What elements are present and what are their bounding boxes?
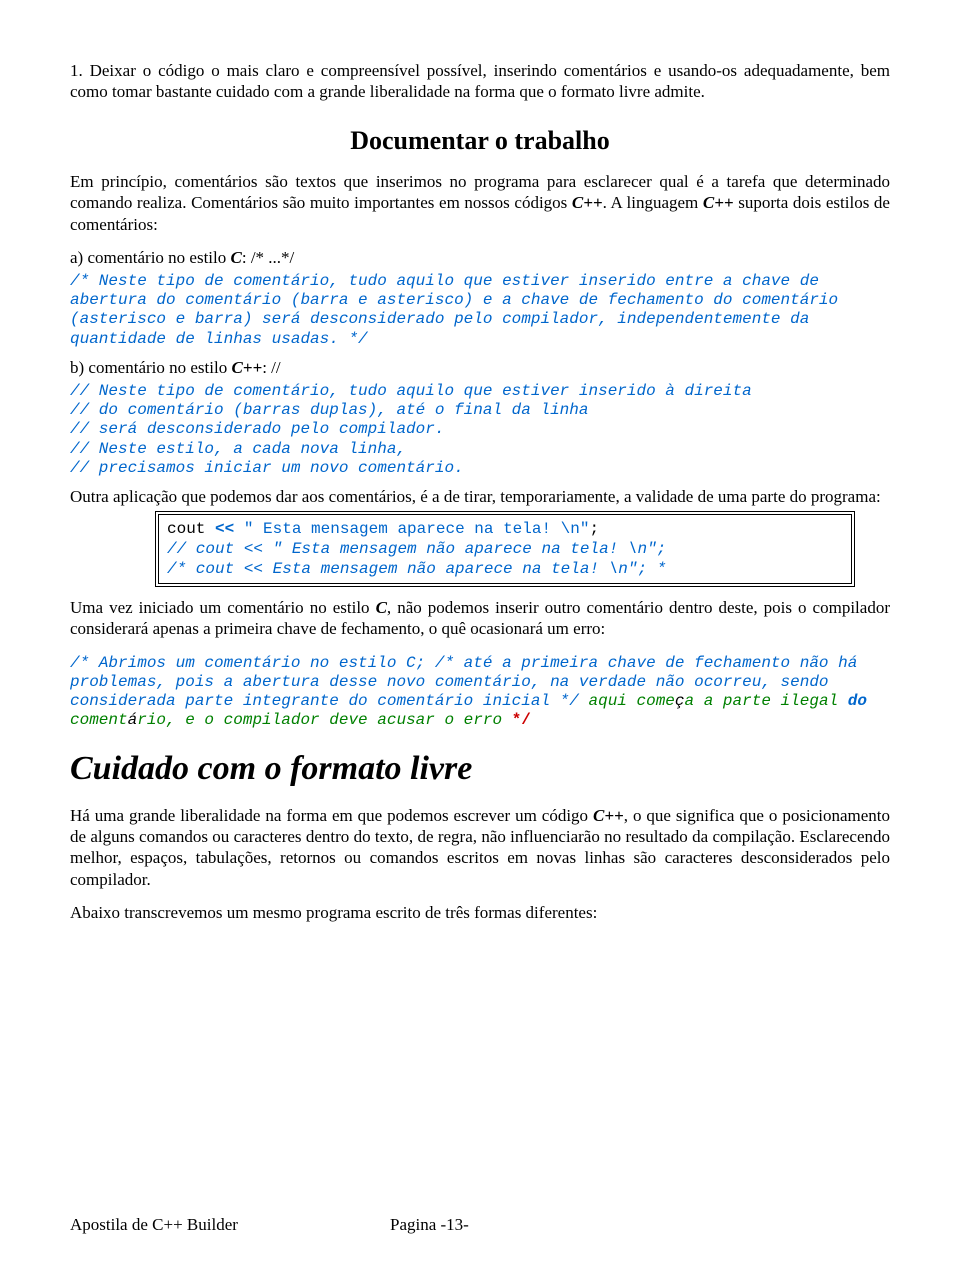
nested-ilegal-a: a a parte ilegal: [685, 692, 848, 710]
paragraph-other-use: Outra aplicação que podemos dar aos come…: [70, 486, 890, 507]
paragraph-cuidado-1: Há uma grande liberalidade na forma em q…: [70, 805, 890, 890]
cpp-ref: C++: [572, 193, 603, 212]
comment-line-1: // Neste tipo de comentário, tudo aquilo…: [70, 382, 890, 401]
text: . A linguagem: [603, 193, 703, 212]
c-cedilla: ç: [675, 692, 685, 710]
comment-block-c-style: /* Neste tipo de comentário, tudo aquilo…: [70, 272, 890, 349]
cpp-ref: C++: [231, 358, 262, 377]
paragraph-doc-1: Em princípio, comentários são textos que…: [70, 171, 890, 235]
nested-aqui: aqui come: [579, 692, 675, 710]
text: : //: [262, 358, 280, 377]
nested-comment-block: /* Abrimos um comentário no estilo C; /*…: [70, 654, 890, 731]
cpp-ref: C++: [593, 806, 624, 825]
cpp-ref: C++: [703, 193, 734, 212]
semicolon: ;: [589, 520, 599, 538]
text: Uma vez iniciado um comentário no estilo: [70, 598, 376, 617]
code-line-2: // cout << " Esta mensagem não aparece n…: [167, 539, 843, 559]
footer-page-number: Pagina -13-: [390, 1214, 469, 1235]
code-line-3: /* cout << Esta mensagem não aparece na …: [167, 559, 843, 579]
kw-cout: cout: [167, 520, 215, 538]
comment-line-2: // do comentário (barras duplas), até o …: [70, 401, 890, 420]
text: : /* ...*/: [242, 248, 294, 267]
code-line-1: cout << " Esta mensagem aparece na tela!…: [167, 519, 843, 539]
nested-rio: rio, e o compilador deve acusar o erro: [137, 711, 511, 729]
paragraph-after-box: Uma vez iniciado um comentário no estilo…: [70, 597, 890, 640]
text: Há uma grande liberalidade na forma em q…: [70, 806, 593, 825]
comment-line-4: // Neste estilo, a cada nova linha,: [70, 440, 890, 459]
item-b-label: b) comentário no estilo C++: //: [70, 357, 890, 378]
op-insert: <<: [215, 520, 244, 538]
c-ref: C: [231, 248, 242, 267]
string-literal: " Esta mensagem aparece na tela! \n": [244, 520, 590, 538]
heading-cuidado: Cuidado com o formato livre: [70, 748, 890, 791]
paragraph-intro: 1. Deixar o código o mais claro e compre…: [70, 60, 890, 103]
page-footer: Apostila de C++ Builder Pagina -13-: [70, 1214, 890, 1235]
comment-line-3: // será desconsiderado pelo compilador.: [70, 420, 890, 439]
kw-do: do: [848, 692, 867, 710]
code-box: cout << " Esta mensagem aparece na tela!…: [155, 511, 855, 587]
footer-left: Apostila de C++ Builder: [70, 1214, 238, 1235]
item-a-label: a) comentário no estilo C: /* ...*/: [70, 247, 890, 268]
text: a) comentário no estilo: [70, 248, 231, 267]
section-title-documentar: Documentar o trabalho: [70, 125, 890, 158]
c-ref: C: [376, 598, 387, 617]
paragraph-cuidado-2: Abaixo transcrevemos um mesmo programa e…: [70, 902, 890, 923]
end-comment: */: [512, 711, 531, 729]
comment-line-5: // precisamos iniciar um novo comentário…: [70, 459, 890, 478]
text: b) comentário no estilo: [70, 358, 231, 377]
a-accent: á: [128, 711, 138, 729]
